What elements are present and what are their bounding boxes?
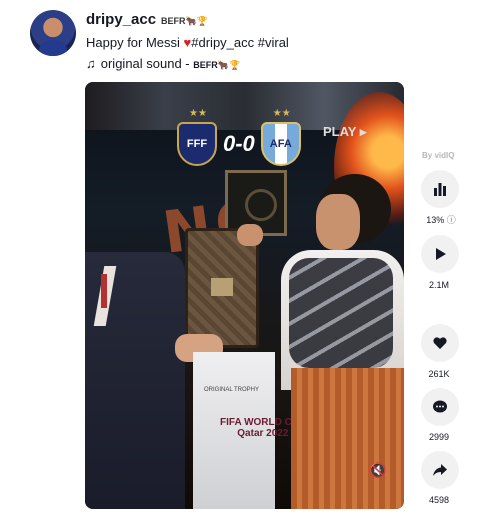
music-note-icon: ♫ [86, 56, 96, 71]
scoreboard: ★★ FFF 0-0 ★★ AFA [177, 108, 301, 166]
play-button[interactable] [421, 235, 459, 273]
video-player[interactable]: NO ★★ FFF 0-0 ★★ AFA PLAY ▸ ORIGINAL TRO… [85, 82, 404, 509]
share-icon [433, 464, 447, 476]
argentina-crest: AFA [260, 122, 301, 166]
heart-icon [433, 337, 447, 349]
woman-skirt [291, 368, 404, 509]
play-icon [436, 248, 446, 260]
sound-label: original sound - [100, 56, 194, 71]
mute-icon[interactable]: 🔇 [369, 462, 386, 479]
bar-chart-icon [434, 183, 446, 196]
comment-button[interactable] [421, 388, 459, 426]
caption-text: Happy for Messi [86, 35, 184, 50]
likes-count: 261K [428, 369, 450, 379]
play-tag: PLAY ▸ [323, 124, 367, 139]
like-button[interactable] [421, 324, 459, 362]
stats-percent: 13% ⓘ [417, 213, 465, 226]
shares-count: 4598 [428, 495, 450, 505]
info-icon[interactable]: ⓘ [447, 215, 456, 225]
views-count: 2.1M [428, 280, 449, 290]
tie [101, 274, 107, 308]
comment-icon [433, 400, 447, 413]
avatar[interactable] [30, 10, 76, 56]
trunk-latch [211, 278, 233, 296]
share-button[interactable] [421, 451, 459, 489]
sound-link[interactable]: ♫ original sound - BEFR🐂🏆 [86, 56, 240, 71]
comments-count: 2999 [428, 432, 450, 442]
france-crest: FFF [177, 122, 217, 166]
author-info: dripy_acc BEFR🐂🏆 [86, 11, 208, 28]
username[interactable]: dripy_acc [86, 11, 156, 28]
caption: Happy for Messi ♥#dripy_acc #viral [86, 35, 289, 50]
stars-icon: ★★ [272, 108, 291, 119]
score: 0-0 [223, 131, 255, 156]
stats-button[interactable] [421, 170, 459, 208]
stars-icon: ★★ [189, 108, 207, 119]
stats-percent-value: 13% [426, 215, 445, 225]
caption-hashtags[interactable]: #dripy_acc #viral [191, 35, 289, 50]
woman-vest [289, 258, 393, 368]
sound-artist: BEFR🐂🏆 [193, 60, 241, 70]
trophy-label: ORIGINAL TROPHY [204, 387, 260, 393]
vidiq-watermark: By vidIQ [422, 151, 455, 160]
woman-face [316, 194, 360, 250]
hand [237, 224, 263, 246]
nickname: BEFR🐂🏆 [161, 16, 208, 26]
